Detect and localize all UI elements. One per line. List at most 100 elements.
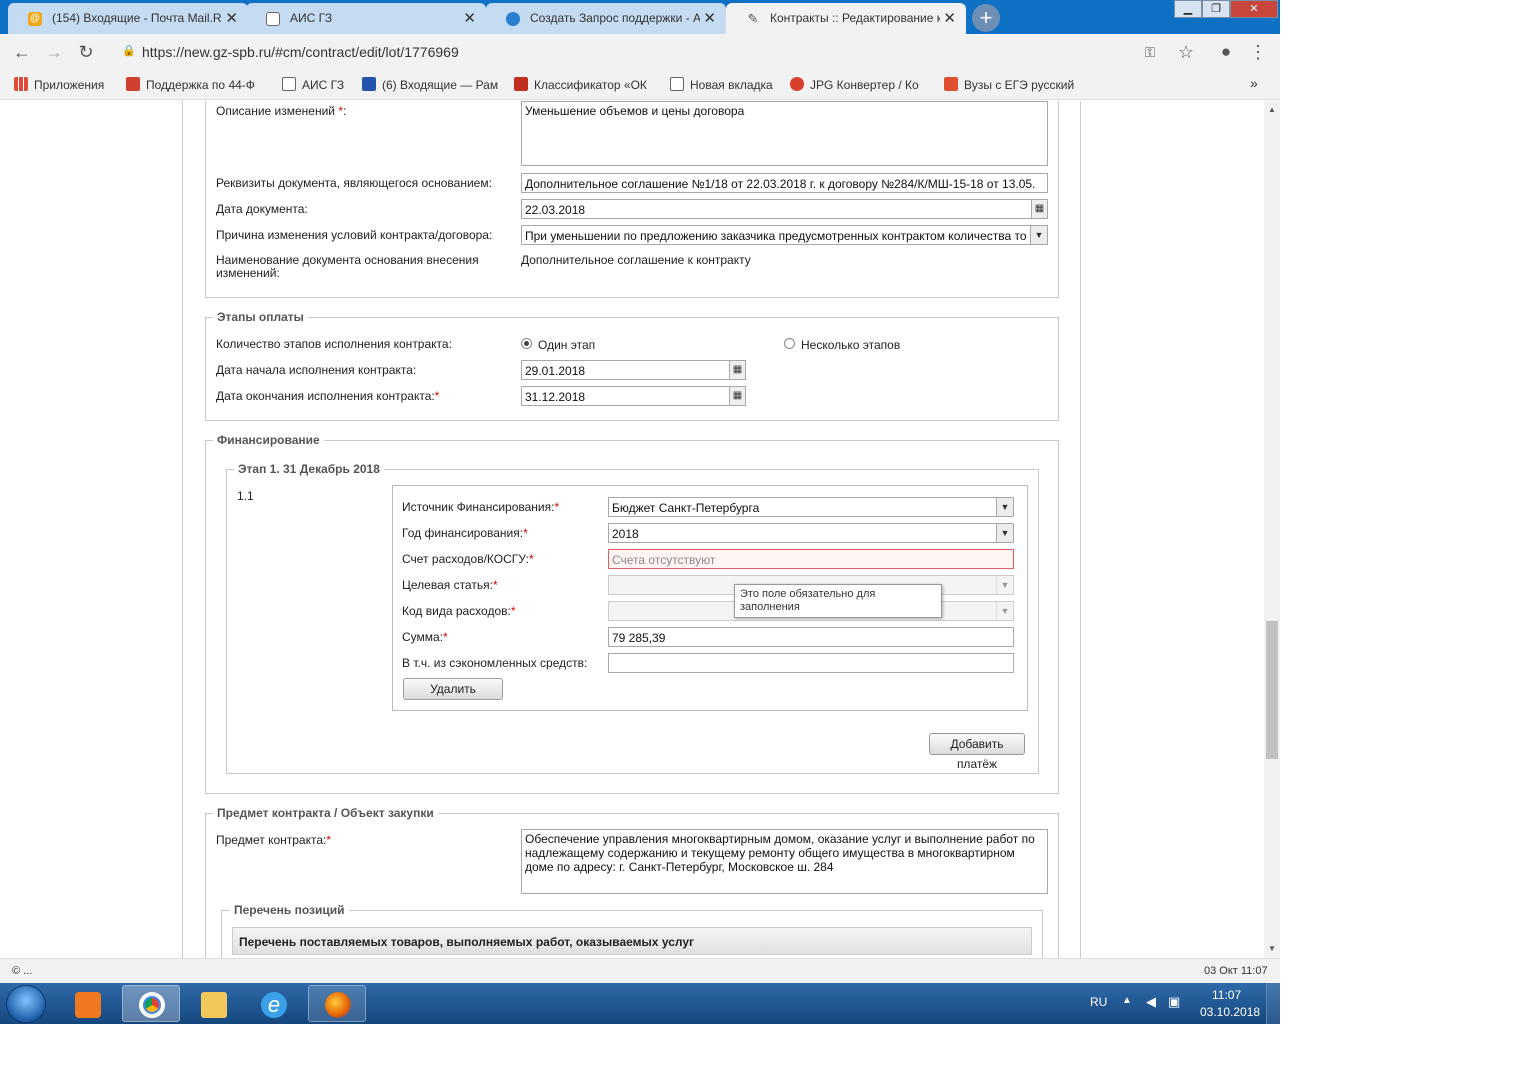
calendar-icon[interactable]: ▦ <box>729 361 745 379</box>
sum-input[interactable]: 79 285,39 <box>608 627 1014 647</box>
show-desktop-button[interactable] <box>1266 983 1280 1024</box>
subject-legend: Предмет контракта / Объект закупки <box>213 806 438 820</box>
reason-select[interactable]: При уменьшении по предложению заказчика … <box>521 225 1048 245</box>
reason-value: При уменьшении по предложению заказчика … <box>525 229 1027 243</box>
reload-icon[interactable]: ↻ <box>74 40 98 64</box>
bookmark-label: Новая вкладка <box>690 78 773 92</box>
doc-details-input[interactable]: Дополнительное соглашение №1/18 от 22.03… <box>521 173 1048 193</box>
globe-icon <box>506 12 520 26</box>
radio-one-stage[interactable] <box>521 338 532 349</box>
bookmark-support-44[interactable]: Поддержка по 44-Ф <box>126 77 255 92</box>
page-content: Описание изменений *: Уменьшение объемов… <box>0 101 1264 958</box>
more-bookmarks-button[interactable]: » <box>1250 75 1258 91</box>
close-icon[interactable]: ✕ <box>703 9 716 27</box>
taskbar-firefox[interactable] <box>308 985 366 1022</box>
close-icon[interactable]: ✕ <box>943 9 956 27</box>
menu-icon[interactable]: ⋮ <box>1246 40 1270 64</box>
tab-mail[interactable]: @ (154) Входящие - Почта Mail.Ru ✕ <box>8 3 248 34</box>
radio-one-stage-label[interactable]: Один этап <box>538 338 595 352</box>
bookmark-inbox[interactable]: (6) Входящие — Рам <box>362 77 498 92</box>
scroll-down-icon[interactable]: ▼ <box>1264 942 1280 956</box>
start-button[interactable] <box>6 985 46 1023</box>
end-date-value: 31.12.2018 <box>525 390 586 404</box>
account-icon[interactable]: ● <box>1214 40 1238 64</box>
chevron-down-icon[interactable]: ▼ <box>996 498 1013 516</box>
tab-support-request[interactable]: Создать Запрос поддержки - АИ ✕ <box>486 3 726 34</box>
bookmark-jpg-converter[interactable]: JPG Конвертер / Ко <box>790 77 919 92</box>
status-datetime: 03 Окт 11:07 <box>1204 965 1268 977</box>
volume-icon[interactable]: ◀ <box>1146 994 1156 1010</box>
bookmark-label: АИС ГЗ <box>302 78 345 92</box>
savings-input[interactable] <box>608 653 1014 673</box>
windows-taskbar: e RU ▲ ◀ ▣ 11:07 03.10.2018 <box>0 983 1280 1024</box>
mail-icon <box>362 77 376 91</box>
close-icon[interactable]: ✕ <box>463 9 476 27</box>
tab-contracts[interactable]: ✎ Контракты :: Редактирование к ✕ <box>726 3 966 34</box>
forward-icon[interactable]: → <box>42 40 66 64</box>
bookmark-ais-gz[interactable]: АИС ГЗ <box>282 77 344 92</box>
lock-icon: 🔒 <box>122 45 136 57</box>
doc-name-value: Дополнительное соглашение к контракту <box>521 253 751 267</box>
chevron-down-icon[interactable]: ▼ <box>1030 226 1047 244</box>
taskbar-explorer[interactable] <box>184 985 242 1022</box>
bookmark-universities[interactable]: Вузы с ЕГЭ русский <box>944 77 1074 92</box>
add-payment-button[interactable]: Добавить платёж <box>929 733 1025 771</box>
scroll-thumb[interactable] <box>1266 621 1278 759</box>
tab-strip: @ (154) Входящие - Почта Mail.Ru ✕ АИС Г… <box>0 0 1280 34</box>
minimize-button[interactable]: ▁ <box>1174 0 1202 18</box>
tab-ais-gz[interactable]: АИС ГЗ ✕ <box>246 3 486 34</box>
subject-textarea[interactable]: Обеспечение управления многоквартирным д… <box>521 829 1048 894</box>
scroll-up-icon[interactable]: ▲ <box>1264 103 1280 117</box>
clock-date[interactable]: 03.10.2018 <box>1200 1005 1260 1019</box>
calendar-icon[interactable]: ▦ <box>729 387 745 405</box>
status-copyright: © ... <box>12 965 33 977</box>
key-icon[interactable]: ⚿ <box>1138 40 1162 64</box>
description-label: Описание изменений *: <box>216 104 347 118</box>
doc-date-input[interactable]: 22.03.2018 ▦ <box>521 199 1048 219</box>
tab-title: Контракты :: Редактирование к <box>770 11 940 25</box>
language-indicator[interactable]: RU <box>1090 995 1107 1009</box>
media-player-icon <box>75 992 101 1018</box>
positions-legend: Перечень позиций <box>230 903 349 917</box>
star-icon[interactable]: ☆ <box>1174 40 1198 64</box>
chevron-down-icon[interactable]: ▼ <box>996 576 1013 594</box>
bookmark-label: Приложения <box>34 78 105 92</box>
subject-label: Предмет контракта:* <box>216 833 332 847</box>
account-label: Счет расходов/КОСГУ:* <box>402 552 534 566</box>
chrome-icon <box>139 992 165 1018</box>
description-textarea[interactable]: Уменьшение объемов и цены договора <box>521 101 1048 166</box>
taskbar-ie[interactable]: e <box>244 985 302 1022</box>
new-tab-button[interactable]: + <box>972 4 1000 32</box>
taskbar-media-player[interactable] <box>58 985 116 1022</box>
address-bar[interactable]: 🔒 https://new.gz-spb.ru/#cm/contract/edi… <box>108 39 1208 65</box>
bookmark-new-tab[interactable]: Новая вкладка <box>670 77 773 92</box>
tray-expand-icon[interactable]: ▲ <box>1122 995 1132 1006</box>
bookmark-apps[interactable]: Приложения <box>14 77 104 92</box>
doc-name-label: Наименование документа основания внесени… <box>216 253 479 280</box>
close-window-button[interactable]: ✕ <box>1230 0 1278 18</box>
back-icon[interactable]: ← <box>10 40 34 64</box>
account-input[interactable]: Счета отсутствуют <box>608 549 1014 569</box>
chevron-down-icon[interactable]: ▼ <box>996 524 1013 542</box>
taskbar-chrome[interactable] <box>122 985 180 1022</box>
doc-date-value: 22.03.2018 <box>525 203 586 217</box>
ie-icon: e <box>261 992 287 1018</box>
calendar-icon[interactable]: ▦ <box>1031 200 1047 218</box>
start-date-label: Дата начала исполнения контракта: <box>216 363 417 377</box>
maximize-button[interactable]: ❐ <box>1202 0 1230 18</box>
delete-button[interactable]: Удалить <box>403 678 503 700</box>
clock-time[interactable]: 11:07 <box>1212 988 1241 1002</box>
close-icon[interactable]: ✕ <box>225 9 238 27</box>
tools-icon: ✎ <box>747 11 759 26</box>
page-scrollbar[interactable]: ▲ ▼ <box>1264 101 1280 958</box>
radio-many-stages[interactable] <box>784 338 795 349</box>
positions-table-header: Перечень поставляемых товаров, выполняем… <box>232 927 1032 955</box>
year-select[interactable]: 2018 ▼ <box>608 523 1014 543</box>
network-icon[interactable]: ▣ <box>1168 994 1180 1010</box>
start-date-input[interactable]: 29.01.2018 ▦ <box>521 360 746 380</box>
source-select[interactable]: Бюджет Санкт-Петербурга ▼ <box>608 497 1014 517</box>
radio-many-stages-label[interactable]: Несколько этапов <box>801 338 900 352</box>
chevron-down-icon[interactable]: ▼ <box>996 602 1013 620</box>
end-date-input[interactable]: 31.12.2018 ▦ <box>521 386 746 406</box>
bookmark-classifier[interactable]: Классификатор «ОК <box>514 77 647 92</box>
